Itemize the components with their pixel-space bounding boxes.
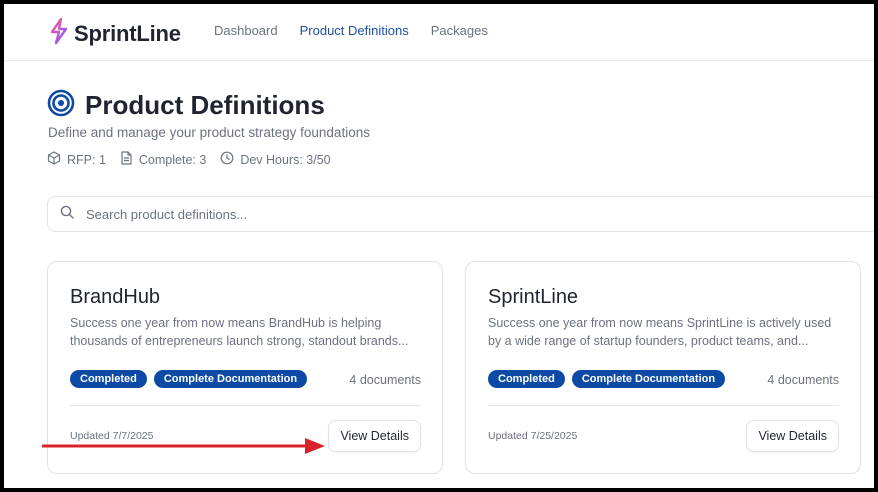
page-header: Product Definitions [47, 89, 325, 122]
status-badge-completed: Completed [488, 370, 565, 388]
card-title: BrandHub [70, 286, 161, 308]
top-navigation-bar: SprintLine Dashboard Product Definitions… [4, 4, 874, 61]
status-badge-documentation: Complete Documentation [571, 370, 726, 388]
nav-packages[interactable]: Packages [431, 23, 488, 38]
annotation-arrow-icon [42, 438, 325, 454]
document-count: 4 documents [349, 373, 421, 387]
document-icon [120, 151, 133, 168]
main-nav: Dashboard Product Definitions Packages [214, 23, 488, 38]
stat-rfp: RFP: 1 [47, 151, 106, 168]
card-title: SprintLine [488, 286, 579, 308]
stat-rfp-text: RFP: 1 [67, 152, 106, 167]
card-badges: Completed Complete Documentation [488, 370, 726, 388]
stat-dev-hours-text: Dev Hours: 3/50 [240, 152, 331, 167]
search-input[interactable] [84, 205, 848, 223]
stat-dev-hours: Dev Hours: 3/50 [220, 151, 331, 168]
page-title: Product Definitions [85, 90, 325, 120]
stat-complete: Complete: 3 [120, 151, 206, 168]
target-icon [47, 89, 75, 122]
stats-row: RFP: 1 Complete: 3 Dev Hours: 3/50 [47, 151, 331, 168]
cube-icon [47, 151, 61, 168]
clock-icon [220, 151, 234, 168]
card-divider [488, 405, 839, 406]
nav-dashboard[interactable]: Dashboard [214, 23, 278, 38]
page-subtitle: Define and manage your product strategy … [48, 125, 370, 140]
sprintline-logo-icon [48, 17, 70, 50]
card-description: Success one year from now means SprintLi… [488, 316, 832, 348]
card-description: Success one year from now means BrandHub… [70, 316, 409, 348]
product-card-sprintline[interactable]: SprintLine Success one year from now mea… [465, 261, 861, 474]
nav-product-definitions[interactable]: Product Definitions [300, 23, 409, 38]
view-details-button[interactable]: View Details [746, 420, 839, 452]
stat-complete-text: Complete: 3 [138, 152, 207, 167]
search-icon [60, 205, 74, 224]
status-badge-documentation: Complete Documentation [153, 370, 308, 388]
card-badges: Completed Complete Documentation [70, 370, 308, 388]
updated-date: Updated 7/25/2025 [488, 430, 578, 442]
brand-logo[interactable]: SprintLine [48, 17, 181, 50]
document-count: 4 documents [767, 373, 839, 387]
brand-name: SprintLine [74, 20, 181, 46]
view-details-button[interactable]: View Details [328, 420, 421, 452]
search-bar [47, 196, 878, 232]
status-badge-completed: Completed [70, 370, 147, 388]
card-divider [70, 405, 421, 406]
